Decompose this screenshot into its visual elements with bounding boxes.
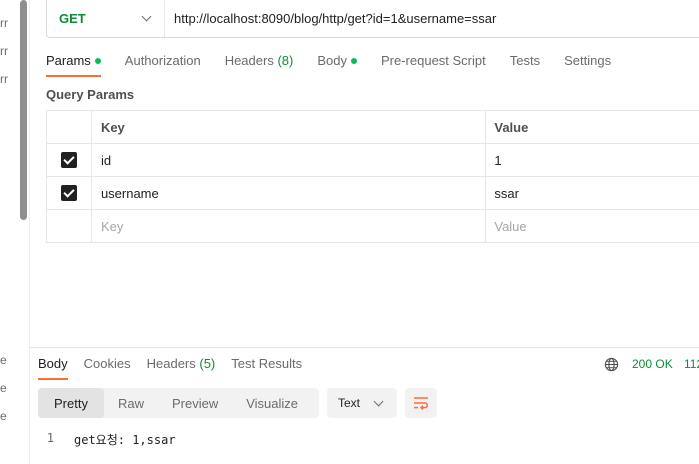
tab-body[interactable]: Body xyxy=(317,53,357,77)
checkbox-checked-icon[interactable] xyxy=(60,185,77,201)
sidebar-fragment[interactable]: e xyxy=(0,353,7,367)
status-code[interactable]: 200 OK xyxy=(632,357,673,371)
tab-tests[interactable]: Tests xyxy=(510,53,540,77)
query-params-table: Key Value id 1 username ssar Key Value xyxy=(46,110,699,243)
sidebar-fragment[interactable]: rr xyxy=(0,44,8,58)
request-url-bar: GET http://localhost:8090/blog/http/get?… xyxy=(46,0,699,38)
query-params-title: Query Params xyxy=(46,87,135,102)
tab-label: Pre-request Script xyxy=(380,53,486,68)
table-row: id 1 xyxy=(47,144,699,177)
chevron-down-icon xyxy=(373,396,384,407)
globe-icon[interactable] xyxy=(604,357,619,372)
sidebar-fragment[interactable]: e xyxy=(0,381,7,395)
view-visualize-button[interactable]: Visualize xyxy=(232,388,312,418)
tab-count: (8) xyxy=(277,53,294,68)
sidebar-scrollbar[interactable] xyxy=(20,0,27,220)
request-tabs: Params Authorization Headers (8) Body Pr… xyxy=(46,53,635,77)
method-label: GET xyxy=(59,11,86,26)
tab-headers[interactable]: Headers (8) xyxy=(225,53,294,77)
checkbox-checked-icon[interactable] xyxy=(60,152,77,168)
tab-label: Test Results xyxy=(231,356,303,371)
wrap-lines-icon xyxy=(414,397,429,410)
sidebar-fragment[interactable]: rr xyxy=(0,72,8,86)
sidebar-fragment[interactable]: rr xyxy=(0,16,8,30)
sidebar-rail: rr rr rr e e e xyxy=(0,0,30,464)
view-pretty-button[interactable]: Pretty xyxy=(38,388,104,418)
table-row-empty: Key Value xyxy=(47,210,699,243)
format-dropdown[interactable]: Text xyxy=(327,388,397,418)
tab-pre-request-script[interactable]: Pre-request Script xyxy=(381,53,486,77)
view-preview-button[interactable]: Preview xyxy=(158,388,232,418)
line-content: get요청: 1,ssar xyxy=(74,433,176,447)
tab-label: Body xyxy=(38,356,68,371)
chevron-down-icon xyxy=(141,11,152,22)
tab-label: Body xyxy=(317,53,347,68)
line-number: 1 xyxy=(46,431,54,445)
new-key-input[interactable]: Key xyxy=(92,210,487,242)
param-key-input[interactable]: username xyxy=(92,177,487,209)
param-key-input[interactable]: id xyxy=(92,144,487,176)
param-value-input[interactable]: 1 xyxy=(486,144,699,176)
status-dot xyxy=(350,57,357,64)
tab-label: Params xyxy=(46,53,91,68)
checkbox-cell xyxy=(47,210,92,242)
response-tabs: Body Cookies Headers (5) Test Results xyxy=(38,356,318,380)
tab-response-body[interactable]: Body xyxy=(38,356,68,380)
method-select[interactable]: GET xyxy=(47,0,165,37)
tab-label: Authorization xyxy=(124,53,201,68)
new-value-input[interactable]: Value xyxy=(486,210,699,242)
tab-count: (5) xyxy=(199,356,216,371)
tab-cookies[interactable]: Cookies xyxy=(84,356,131,380)
tab-params[interactable]: Params xyxy=(46,53,101,77)
view-raw-button[interactable]: Raw xyxy=(104,388,158,418)
tab-label: Headers xyxy=(224,53,274,68)
response-body-line[interactable]: 1 get요청: 1,ssar xyxy=(38,431,176,448)
tab-label: Tests xyxy=(509,53,541,68)
tab-response-headers[interactable]: Headers (5) xyxy=(147,356,216,380)
tab-authorization[interactable]: Authorization xyxy=(125,53,201,77)
tab-label: Cookies xyxy=(83,356,131,371)
key-column-header: Key xyxy=(92,111,487,143)
format-label: Text xyxy=(338,396,361,410)
sidebar-fragment[interactable]: e xyxy=(0,409,7,423)
value-column-header: Value xyxy=(486,111,699,143)
response-divider[interactable] xyxy=(30,347,699,348)
tab-test-results[interactable]: Test Results xyxy=(231,356,302,380)
status-dot xyxy=(94,57,101,64)
tab-label: Headers xyxy=(146,356,196,371)
checkbox-column-header xyxy=(47,111,92,143)
table-header-row: Key Value xyxy=(47,111,699,144)
response-time[interactable]: 112 xyxy=(684,357,699,371)
url-input[interactable]: http://localhost:8090/blog/http/get?id=1… xyxy=(165,11,496,26)
wrap-lines-button[interactable] xyxy=(405,388,437,418)
checkbox-cell xyxy=(47,177,92,209)
tab-label: Settings xyxy=(564,53,612,68)
table-row: username ssar xyxy=(47,177,699,210)
view-mode-group: Pretty Raw Preview Visualize xyxy=(38,388,319,418)
checkbox-cell xyxy=(47,144,92,176)
tab-settings[interactable]: Settings xyxy=(564,53,611,77)
param-value-input[interactable]: ssar xyxy=(486,177,699,209)
